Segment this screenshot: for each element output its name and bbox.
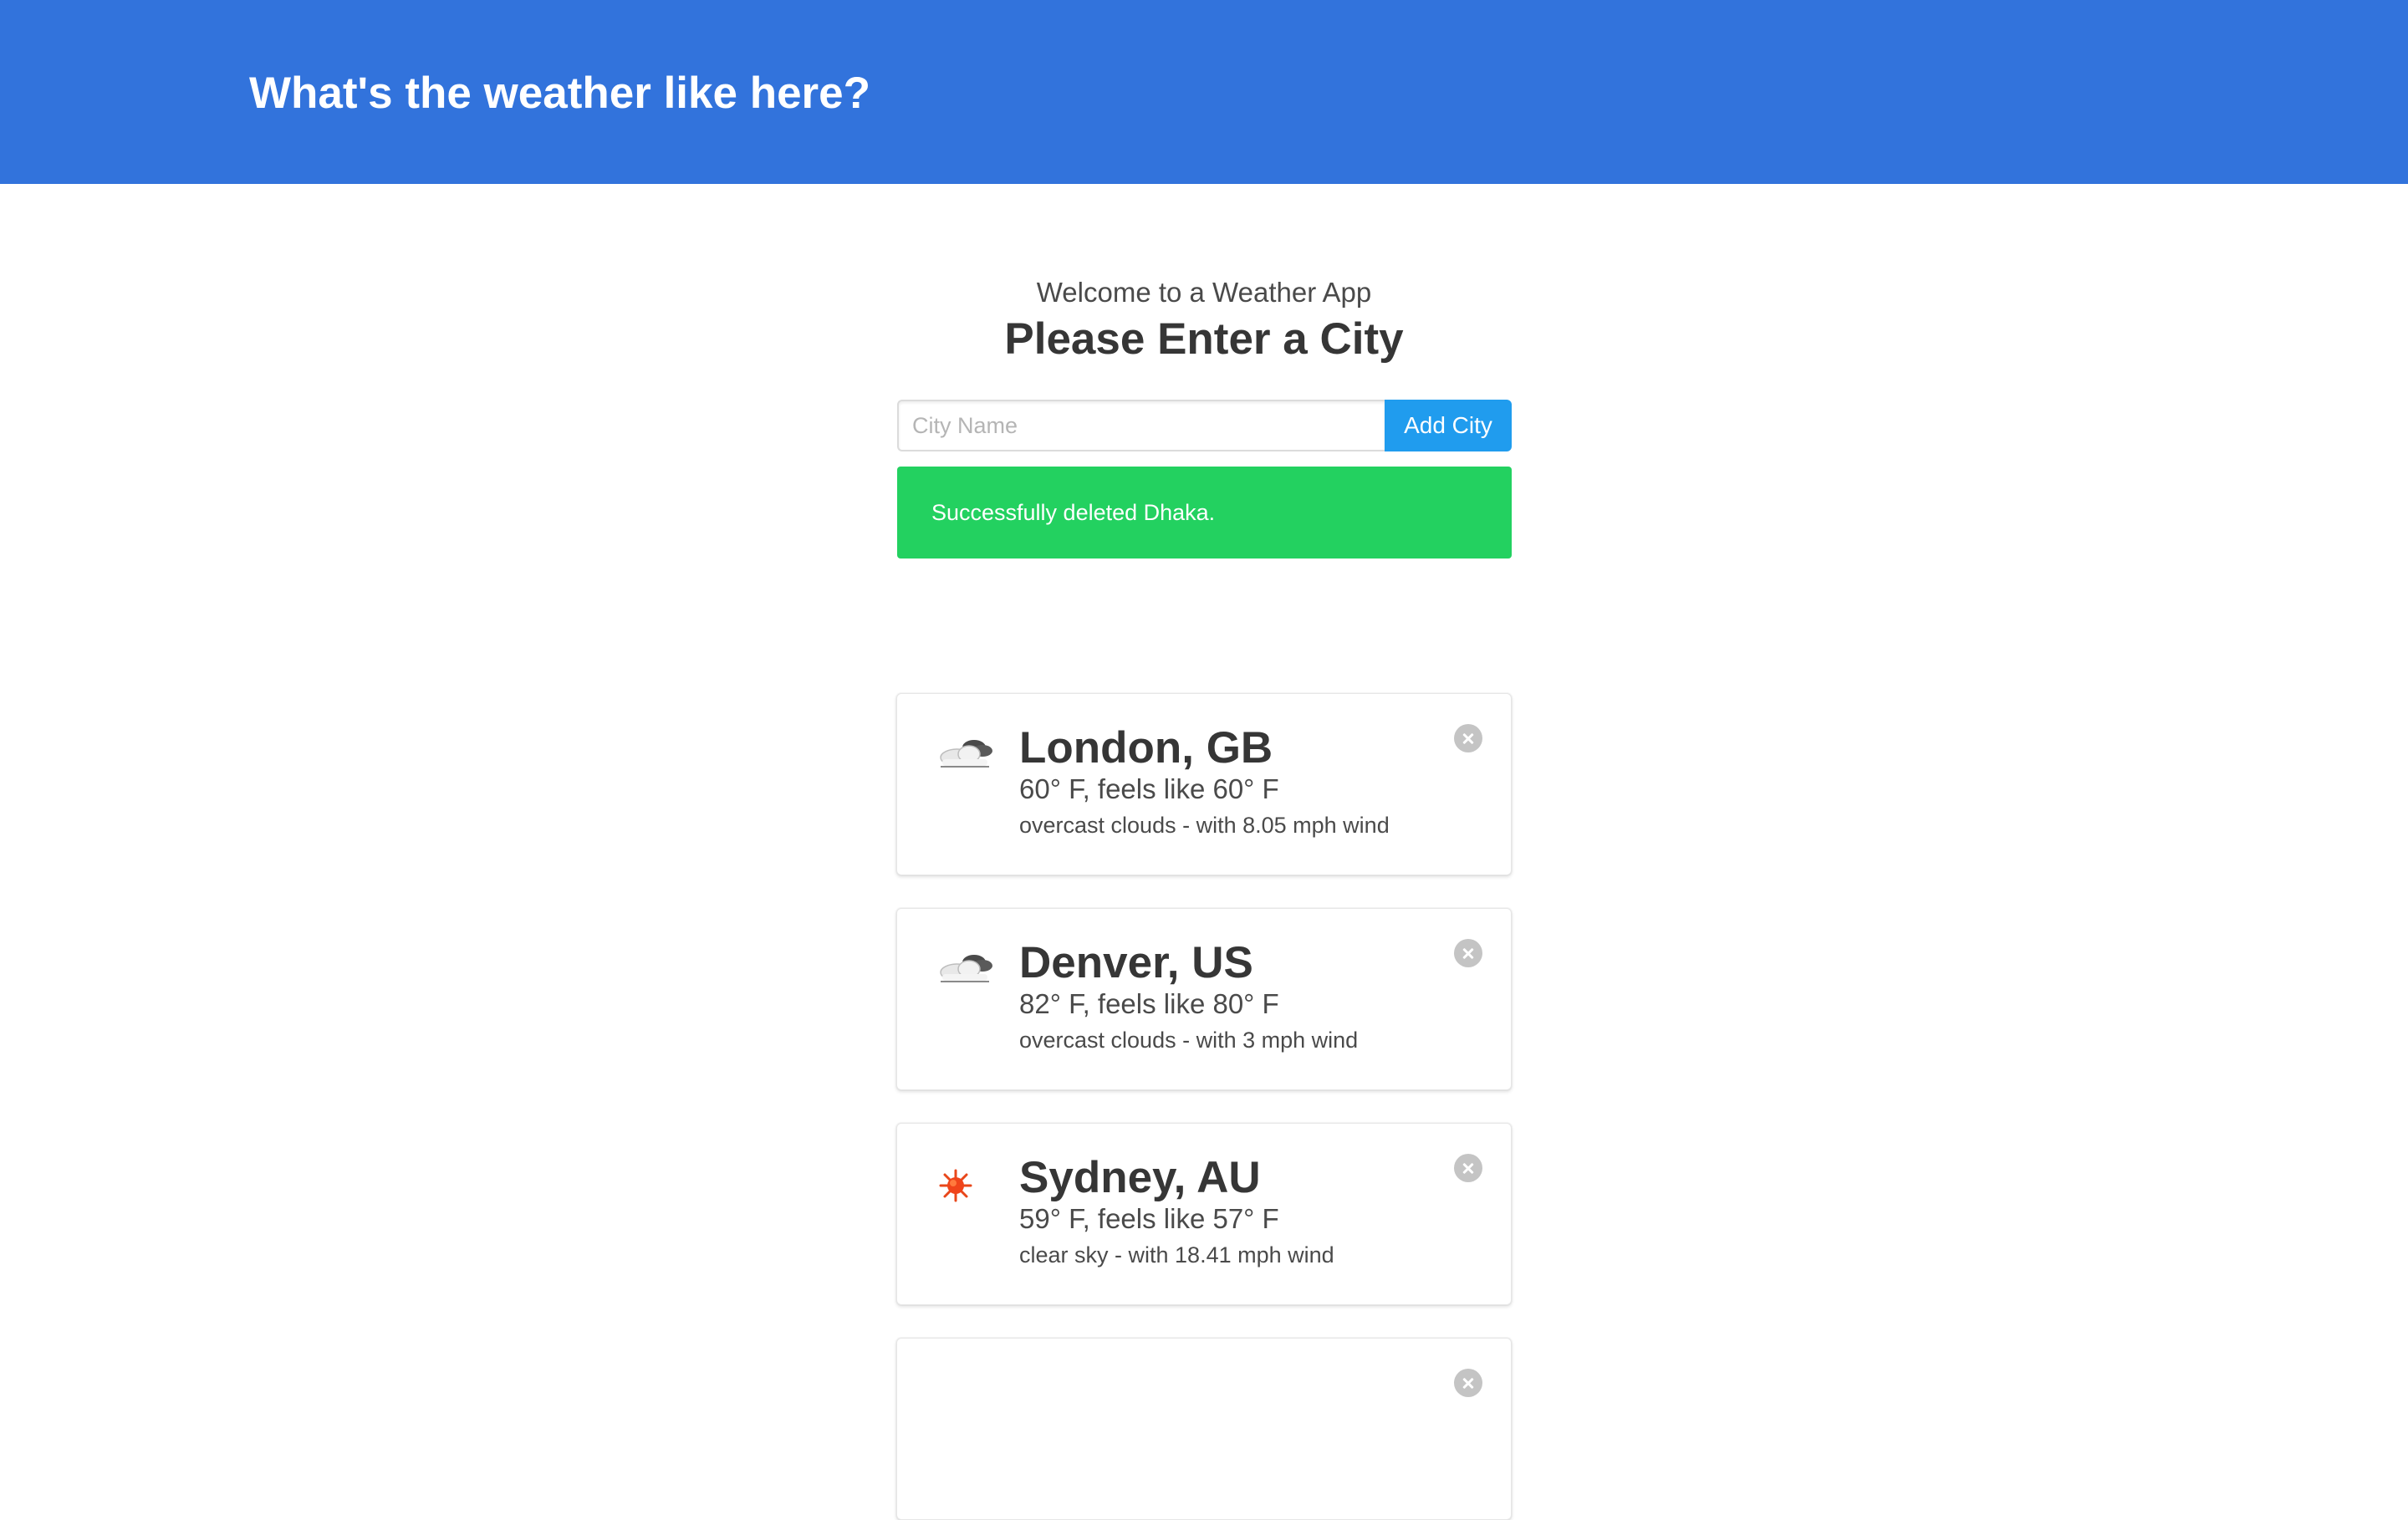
delete-city-button[interactable]: [1454, 724, 1482, 752]
overcast-clouds-icon: [940, 955, 992, 982]
city-name: Sydney, AU: [1019, 1153, 1261, 1202]
page-title: What's the weather like here?: [249, 69, 871, 118]
hero-header: What's the weather like here?: [0, 0, 2408, 184]
notification-message: Successfully deleted Dhaka.: [931, 499, 1216, 525]
city-card-denver: Denver, US 82° F, feels like 80° F overc…: [896, 908, 1512, 1090]
weather-description: overcast clouds - with 8.05 mph wind: [1019, 813, 1390, 838]
overcast-clouds-icon: [940, 740, 992, 768]
city-name: Denver, US: [1019, 938, 1253, 987]
add-city-form: Add City: [897, 400, 1512, 451]
city-card-partial: [896, 1338, 1512, 1520]
temperature: 59° F, feels like 57° F: [1019, 1203, 1279, 1234]
city-name-input[interactable]: [897, 400, 1385, 451]
delete-city-button[interactable]: [1454, 939, 1482, 967]
weather-description: overcast clouds - with 3 mph wind: [1019, 1028, 1359, 1053]
city-card-sydney: Sydney, AU 59° F, feels like 57° F clear…: [896, 1123, 1512, 1305]
temperature: 82° F, feels like 80° F: [1019, 988, 1279, 1019]
city-card-london: London, GB 60° F, feels like 60° F overc…: [896, 693, 1512, 875]
sun-icon: [939, 1169, 972, 1202]
temperature: 60° F, feels like 60° F: [1019, 773, 1279, 804]
delete-city-button[interactable]: [1454, 1154, 1482, 1182]
delete-city-button[interactable]: [1454, 1369, 1482, 1397]
enter-city-heading: Please Enter a City: [1004, 314, 1404, 364]
welcome-subtitle: Welcome to a Weather App: [1036, 277, 1372, 308]
success-notification: Successfully deleted Dhaka.: [897, 467, 1512, 559]
city-name: London, GB: [1019, 723, 1273, 773]
add-city-button[interactable]: Add City: [1385, 400, 1512, 451]
weather-description: clear sky - with 18.41 mph wind: [1019, 1242, 1334, 1268]
